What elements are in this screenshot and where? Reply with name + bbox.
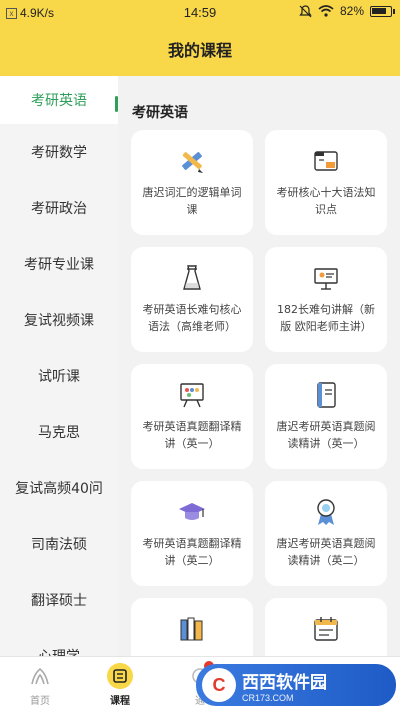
course-title: 唐迟考研英语真题阅读精讲（英一） [276,420,376,450]
page-title: 我的课程 [0,26,400,76]
sidebar-item-marx[interactable]: 马克思 [0,404,118,460]
sidebar-item-retest-video[interactable]: 复试视频课 [0,292,118,348]
graduation-cap-icon [177,497,207,527]
course-title: 唐迟词汇的逻辑单词课 [142,186,242,216]
sidebar-item-label: 复试视频课 [24,313,94,329]
home-icon [27,663,53,689]
course-grid: 唐迟词汇的逻辑单词课 考研核心十大语法知识点 考研英语长难句核心语法（高维老师）… [131,130,391,656]
sidebar-item-kaoyan-math[interactable]: 考研数学 [0,124,118,180]
battery-percent: 82% [339,4,364,18]
tab-label: 首页 [30,696,50,707]
course-content: 考研英语 唐迟词汇的逻辑单词课 考研核心十大语法知识点 考研英语长难句核心语法（… [118,76,400,656]
sidebar-item-label: 考研数学 [31,145,87,161]
course-title: 考研英语真题翻译精讲（英二） [142,537,242,567]
course-card[interactable] [131,598,253,656]
award-ribbon-icon [311,497,341,527]
sidebar-item-kaoyan-major[interactable]: 考研专业课 [0,236,118,292]
flask-icon [177,263,207,293]
status-right: 82% [299,4,395,18]
folder-chart-icon [311,146,341,176]
sidebar-item-label: 复试高频40问 [15,481,103,497]
watermark-text: 西西软件园 CR173.COM [242,668,327,703]
tab-course[interactable]: 课程 [80,657,160,711]
course-card[interactable]: 唐迟考研英语真题阅读精讲（英一） [265,364,387,469]
sidebar-item-retest-40[interactable]: 复试高频40问 [0,460,118,516]
watermark-url: CR173.COM [242,692,294,703]
sidebar-item-kaoyan-politics[interactable]: 考研政治 [0,180,118,236]
watermark-name: 西西软件园 [242,672,327,693]
mute-icon [299,4,312,17]
course-title: 182长难句讲解（新版 欧阳老师主讲） [277,303,375,333]
course-icon [107,663,133,689]
sidebar-item-label: 考研英语 [31,93,87,109]
presentation-icon [311,263,341,293]
course-title: 考研英语真题翻译精讲（英一） [142,420,242,450]
course-card[interactable]: 182长难句讲解（新版 欧阳老师主讲） [265,247,387,352]
sidebar-item-label: 翻译硕士 [31,593,87,609]
tab-home[interactable]: 首页 [0,657,80,711]
course-card[interactable] [265,598,387,656]
calendar-icon [311,614,341,644]
course-card[interactable]: 唐迟词汇的逻辑单词课 [131,130,253,235]
status-bar: x 4.9K/s 14:59 82% [0,0,400,26]
notebook-icon [311,380,341,410]
category-sidebar: 考研英语 考研数学 考研政治 考研专业课 复试视频课 试听课 马克思 复试高频4… [0,76,118,656]
wifi-icon [318,5,334,17]
tab-label: 课程 [110,696,130,707]
course-card[interactable]: 考研英语长难句核心语法（高维老师） [131,247,253,352]
sidebar-item-label: 心理学 [38,646,80,656]
site-watermark: C 西西软件园 CR173.COM [196,664,396,706]
course-card[interactable]: 考研英语真题翻译精讲（英二） [131,481,253,586]
watermark-logo-icon: C [202,668,236,702]
course-title: 考研英语长难句核心语法（高维老师） [142,303,242,333]
sidebar-item-label: 试听课 [38,369,80,385]
sidebar-item-kaoyan-english[interactable]: 考研英语 [0,76,118,124]
pencil-ruler-icon [177,146,207,176]
sidebar-item-psychology[interactable]: 心理学 [0,628,118,656]
course-card[interactable]: 考研英语真题翻译精讲（英一） [131,364,253,469]
course-title: 唐迟考研英语真题阅读精讲（英二） [276,537,376,567]
section-title: 考研英语 [132,105,188,121]
easel-icon [177,380,207,410]
sidebar-item-trial[interactable]: 试听课 [0,348,118,404]
course-card[interactable]: 唐迟考研英语真题阅读精讲（英二） [265,481,387,586]
sidebar-item-label: 考研专业课 [24,257,94,273]
sidebar-item-label: 马克思 [38,425,80,441]
sidebar-item-label: 考研政治 [31,201,87,217]
sidebar-item-law[interactable]: 司南法硕 [0,516,118,572]
books-icon [177,614,207,644]
sidebar-item-label: 司南法硕 [31,537,87,553]
sidebar-item-translation[interactable]: 翻译硕士 [0,572,118,628]
battery-icon [370,5,395,17]
course-card[interactable]: 考研核心十大语法知识点 [265,130,387,235]
course-title: 考研核心十大语法知识点 [276,186,376,216]
